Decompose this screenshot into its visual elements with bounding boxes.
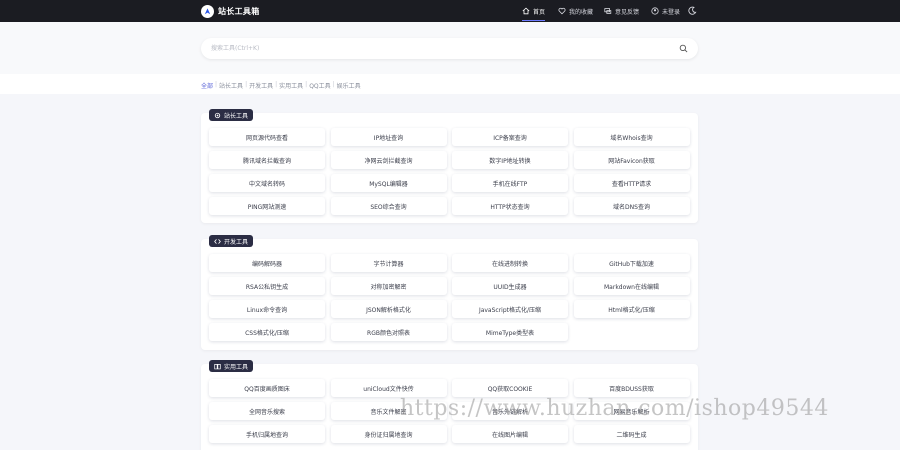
tool-button[interactable]: 网易音乐解析 xyxy=(573,402,690,420)
tool-button[interactable]: 网页源代码查看 xyxy=(209,128,325,146)
tool-button[interactable]: MySQL编辑器 xyxy=(330,174,447,192)
section-title-tag: 站长工具 xyxy=(209,109,254,121)
nav-item-login[interactable]: 未登录 xyxy=(651,0,680,22)
search-box xyxy=(201,38,698,59)
tool-button[interactable]: HTTP状态查询 xyxy=(452,197,568,215)
section-title: 站长工具 xyxy=(224,112,249,120)
tool-button[interactable]: IP地址查询 xyxy=(330,128,447,146)
section-title: 实用工具 xyxy=(224,363,249,371)
section-utility-tools: 实用工具 QQ百度画质图床 uniCloud文件快传 QQ获取COOKIE 百度BDU… xyxy=(201,360,698,450)
category-filter[interactable]: 全部 xyxy=(201,81,213,90)
filter-separator: | xyxy=(215,81,218,88)
top-navigation-bar: 站长工具箱 首页 我的收藏 意见反馈 未登录 xyxy=(0,0,900,22)
tool-button[interactable]: QQ百度画质图床 xyxy=(209,379,325,397)
tool-button[interactable]: 身份证归属地查询 xyxy=(330,425,447,443)
tool-button[interactable]: 腾讯域名拦截查询 xyxy=(209,151,325,169)
brand[interactable]: 站长工具箱 xyxy=(201,3,260,19)
tool-button[interactable]: MimeType类型表 xyxy=(452,323,568,341)
moon-icon[interactable] xyxy=(688,6,697,15)
nav-item-label: 我的收藏 xyxy=(569,8,594,16)
filter-separator: | xyxy=(305,81,308,88)
tool-button[interactable]: 网站Favicon获取 xyxy=(573,151,690,169)
tool-button[interactable]: 音乐外链解析 xyxy=(452,402,568,420)
tool-button[interactable]: UUID生成器 xyxy=(452,277,568,295)
section-title-tag: 开发工具 xyxy=(209,235,254,247)
tool-button[interactable]: PING网站测速 xyxy=(209,197,325,215)
category-filter[interactable]: 站长工具 xyxy=(219,81,243,90)
search-input[interactable] xyxy=(211,38,661,59)
category-filter-bar: 全部 | 站长工具 | 开发工具 | 实用工具 | QQ工具 | 娱乐工具 xyxy=(0,74,900,94)
category-filters: 全部 | 站长工具 | 开发工具 | 实用工具 | QQ工具 | 娱乐工具 xyxy=(201,81,361,90)
gear-icon xyxy=(214,112,221,118)
nav-item-label: 未登录 xyxy=(662,8,681,16)
tool-button[interactable]: 字节计算器 xyxy=(330,254,447,272)
tool-button[interactable]: 域名DNS查询 xyxy=(573,197,690,215)
tool-button[interactable]: 净网云剑拦截查询 xyxy=(330,151,447,169)
tool-button[interactable]: JSON解析格式化 xyxy=(330,300,447,318)
nav-item-home[interactable]: 首页 xyxy=(522,0,546,22)
tool-button[interactable]: 中文域名转码 xyxy=(209,174,325,192)
tool-button[interactable]: Markdown在线编辑 xyxy=(573,277,690,295)
section-dev-tools: 开发工具 编码解码器 字节计算器 在线进制转换 GitHub下载加速 RSA公私钥生成对… xyxy=(201,235,698,350)
book-icon xyxy=(214,363,221,369)
tool-button[interactable]: GitHub下载加速 xyxy=(573,254,690,272)
nav-item-label: 首页 xyxy=(533,8,546,16)
brand-logo-icon xyxy=(201,4,214,18)
heart-icon xyxy=(558,7,566,15)
tool-button[interactable]: 手机归属地查询 xyxy=(209,425,325,443)
tool-button[interactable]: ICP备案查询 xyxy=(452,128,568,146)
tool-button[interactable]: 查看HTTP请求 xyxy=(573,174,690,192)
tool-grid: 编码解码器 字节计算器 在线进制转换 GitHub下载加速 RSA公私钥生成 对称加密解密… xyxy=(209,254,690,341)
tool-button[interactable]: uniCloud文件快传 xyxy=(330,379,447,397)
category-filter[interactable]: QQ工具 xyxy=(309,81,330,90)
section-title: 开发工具 xyxy=(224,238,249,246)
tool-button[interactable]: SEO综合查询 xyxy=(330,197,447,215)
tool-button[interactable]: 编码解码器 xyxy=(209,254,325,272)
tool-button[interactable]: 百度BDUSS获取 xyxy=(573,379,690,397)
code-icon xyxy=(214,238,221,244)
section-webmaster-tools: 站长工具 网页源代码查看 IP地址查询 ICP备案查询 域名Whois查询腾讯域名拦截… xyxy=(201,109,698,223)
filter-separator: | xyxy=(245,81,248,88)
tool-button[interactable]: Linux命令查询 xyxy=(209,300,325,318)
category-filter[interactable]: 娱乐工具 xyxy=(337,81,361,90)
tool-button[interactable]: RSA公私钥生成 xyxy=(209,277,325,295)
filter-separator: | xyxy=(275,81,278,88)
tool-grid: QQ百度画质图床 uniCloud文件快传 QQ获取COOKIE 百度BDUSS获取全… xyxy=(209,379,690,443)
user-icon xyxy=(651,7,659,15)
tool-button[interactable]: 全网音乐搜索 xyxy=(209,402,325,420)
nav-item-favorites[interactable]: 我的收藏 xyxy=(558,0,593,22)
tool-grid: 网页源代码查看 IP地址查询 ICP备案查询 域名Whois查询腾讯域名拦截查询 净网云… xyxy=(209,128,690,215)
category-filter[interactable]: 实用工具 xyxy=(279,81,303,90)
tool-button[interactable]: 手机在线FTP xyxy=(452,174,568,192)
filter-separator: | xyxy=(332,81,335,88)
message-icon xyxy=(604,8,612,14)
tool-button[interactable]: 在线图片编辑 xyxy=(452,425,568,443)
tool-button[interactable]: 数字IP地址转换 xyxy=(452,151,568,169)
tool-button[interactable]: RGB颜色对照表 xyxy=(330,323,447,341)
tool-button[interactable]: 二维码生成 xyxy=(573,425,690,443)
search-icon[interactable] xyxy=(679,44,688,53)
tool-button[interactable]: 域名Whois查询 xyxy=(573,128,690,146)
tool-button[interactable]: 在线进制转换 xyxy=(452,254,568,272)
home-icon xyxy=(522,7,530,15)
tool-button[interactable]: 音乐文件解密 xyxy=(330,402,447,420)
search-band xyxy=(0,22,900,74)
nav-item-label: 意见反馈 xyxy=(615,8,640,16)
tool-button[interactable]: 对称加密解密 xyxy=(330,277,447,295)
nav-item-feedback[interactable]: 意见反馈 xyxy=(604,0,639,22)
tool-button[interactable]: JavaScript格式化/压缩 xyxy=(452,300,568,318)
tool-button[interactable]: QQ获取COOKIE xyxy=(452,379,568,397)
section-title-tag: 实用工具 xyxy=(209,360,254,372)
category-filter[interactable]: 开发工具 xyxy=(249,81,273,90)
brand-name: 站长工具箱 xyxy=(218,6,260,16)
tool-button[interactable]: CSS格式化/压缩 xyxy=(209,323,325,341)
tool-button[interactable]: Html格式化/压缩 xyxy=(573,300,690,318)
